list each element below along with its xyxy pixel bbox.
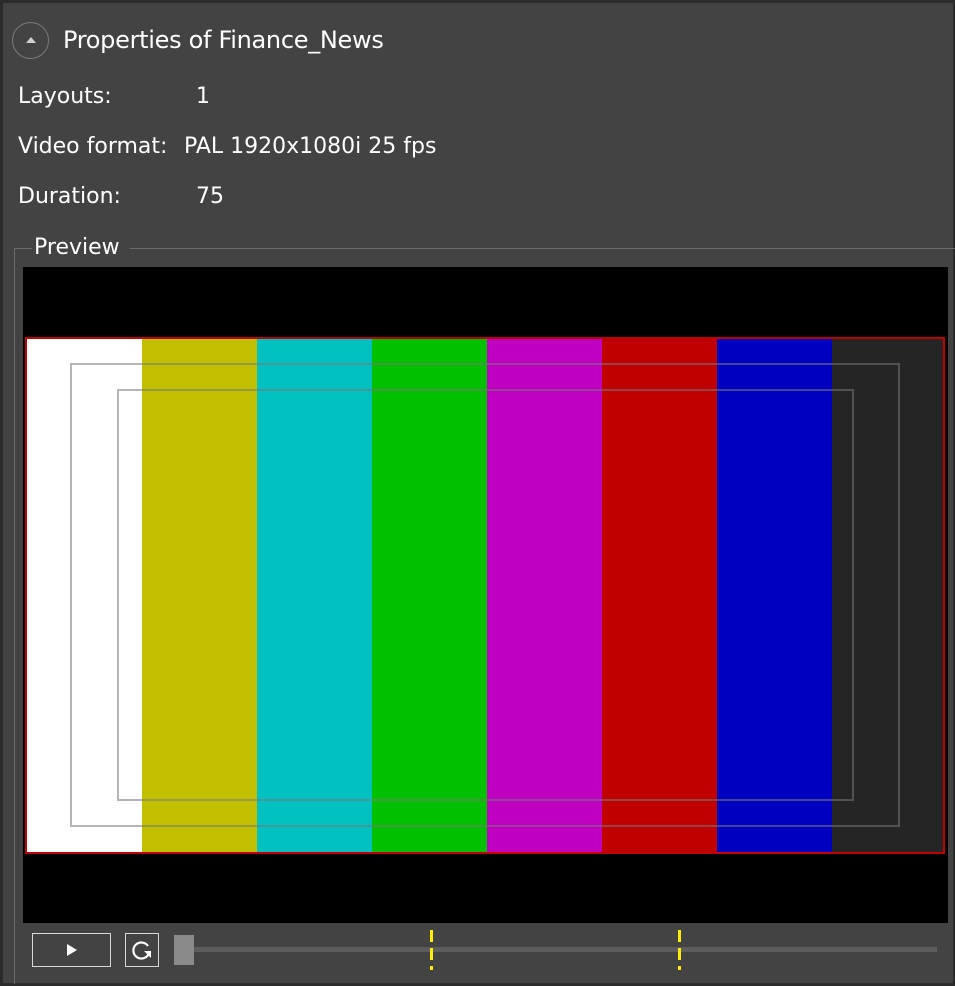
timeline-thumb[interactable]	[174, 935, 194, 965]
collapse-button[interactable]	[12, 21, 49, 59]
property-row-duration: Duration: 75	[18, 182, 224, 212]
loop-icon	[132, 941, 151, 960]
preview-legend: Preview	[32, 233, 130, 263]
property-row-video-format: Video format: PAL 1920x1080i 25 fps	[18, 132, 436, 162]
preview-canvas	[23, 267, 948, 923]
title-safe-frame	[117, 389, 854, 801]
timeline-marker[interactable]	[429, 930, 433, 970]
property-value: 1	[196, 84, 210, 109]
property-value: PAL 1920x1080i 25 fps	[184, 134, 437, 159]
property-label: Video format:	[18, 134, 168, 159]
property-value: 75	[196, 184, 224, 209]
panel-header: Properties of Finance_News	[12, 20, 384, 60]
property-label: Duration:	[18, 184, 121, 209]
timeline-marker[interactable]	[677, 930, 681, 970]
chevron-up-icon	[25, 37, 36, 43]
loop-button[interactable]	[125, 933, 159, 967]
property-label: Layouts:	[18, 84, 112, 109]
playback-controls	[23, 930, 948, 970]
property-row-layouts: Layouts: 1	[18, 82, 210, 112]
play-icon	[66, 944, 77, 956]
timeline-track	[174, 947, 937, 952]
play-button[interactable]	[32, 933, 111, 967]
timeline-slider[interactable]	[174, 930, 937, 970]
panel-title: Properties of Finance_News	[63, 26, 384, 54]
